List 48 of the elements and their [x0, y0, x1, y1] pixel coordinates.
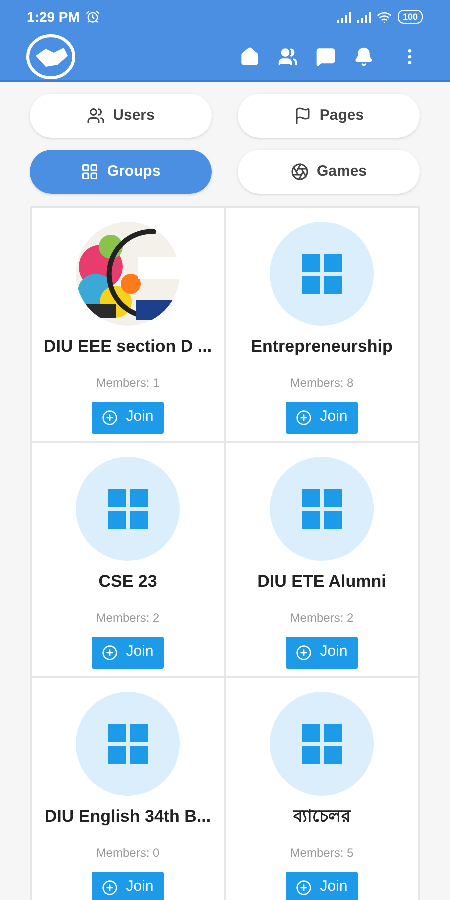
grid-icon [108, 489, 148, 529]
join-button[interactable]: Join [286, 636, 358, 668]
home-icon[interactable] [240, 47, 260, 67]
join-button[interactable]: Join [92, 402, 164, 434]
member-count: Members: 2 [290, 610, 354, 626]
signal-icon [356, 12, 371, 22]
grid-icon [302, 489, 342, 529]
member-count: Members: 0 [96, 844, 160, 862]
member-count: Members: 2 [96, 610, 160, 626]
filter-tab[interactable]: Games [238, 150, 420, 194]
group-name: ব্যাচেলর [294, 806, 350, 828]
filter-tab[interactable]: Groups [30, 150, 212, 194]
join-button[interactable]: Join [92, 636, 164, 668]
aperture-icon [290, 163, 309, 181]
filter-tab[interactable]: Users [30, 94, 212, 138]
join-button[interactable]: Join [92, 872, 164, 900]
group-name: Entrepreneurship [251, 336, 393, 358]
wifi-icon [376, 10, 392, 24]
plus-circle-icon [102, 880, 118, 896]
member-count: Members: 8 [290, 374, 354, 392]
grid-icon [302, 254, 342, 294]
signal-icon [336, 12, 351, 22]
member-count: Members: 1 [96, 374, 160, 392]
group-name: CSE 23 [98, 571, 158, 593]
status-time: 1:29 PM [27, 8, 80, 26]
join-button[interactable]: Join [286, 402, 358, 434]
users-icon[interactable] [278, 47, 298, 67]
grid-icon [108, 724, 148, 764]
group-name: DIU EEE section D ... [44, 336, 212, 358]
group-name: DIU English 34th B... [44, 806, 212, 828]
plus-circle-icon [102, 410, 118, 426]
member-count: Members: 5 [290, 844, 354, 862]
plus-circle-icon [296, 880, 312, 896]
handshake-logo-icon [26, 34, 76, 80]
plus-circle-icon [296, 410, 312, 426]
users-icon [87, 107, 106, 125]
message-icon[interactable] [316, 47, 336, 67]
plus-circle-icon [102, 644, 118, 660]
plus-circle-icon [296, 644, 312, 660]
flag-icon [294, 107, 312, 125]
grid-icon [302, 724, 342, 764]
battery-indicator: 100 [398, 10, 423, 24]
alarm-icon [86, 10, 100, 24]
join-button[interactable]: Join [286, 872, 358, 900]
group-name: DIU ETE Alumni [258, 571, 386, 593]
filter-tab[interactable]: Pages [238, 94, 420, 138]
bell-icon[interactable] [354, 47, 374, 67]
grid-icon [81, 163, 100, 181]
